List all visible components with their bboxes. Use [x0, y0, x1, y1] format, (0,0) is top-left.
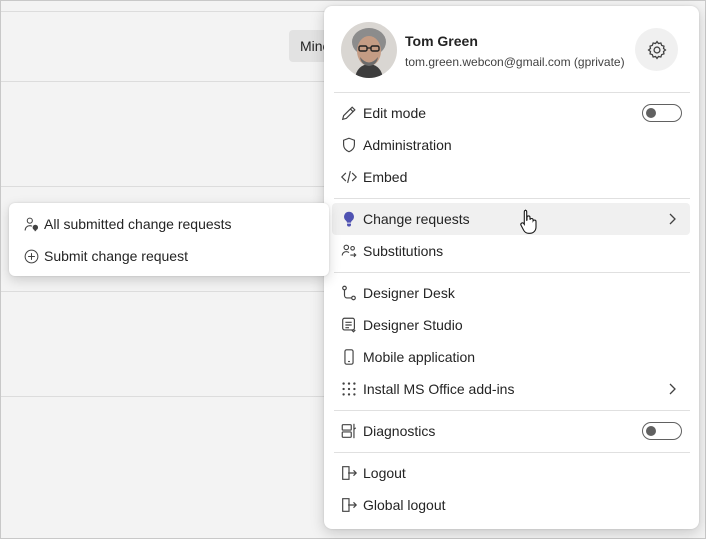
edit-mode-toggle[interactable]	[642, 104, 682, 122]
global-logout-label: Global logout	[363, 497, 446, 513]
menu-separator	[334, 410, 690, 411]
logout-item[interactable]: Logout	[332, 457, 690, 489]
gear-icon	[647, 40, 666, 59]
diagnostics-toggle[interactable]	[642, 422, 682, 440]
submit-change-request-item[interactable]: Submit change request	[15, 241, 323, 271]
all-submitted-change-requests-item[interactable]: All submitted change requests	[15, 209, 323, 239]
pencil-icon	[341, 106, 356, 121]
diagnostics-icon	[341, 423, 357, 439]
substitutions-item[interactable]: Substitutions	[332, 235, 690, 267]
designer-desk-item[interactable]: Designer Desk	[332, 277, 690, 309]
change-requests-label: Change requests	[363, 211, 470, 227]
edit-mode-item[interactable]: Edit mode	[332, 97, 690, 129]
avatar	[341, 22, 397, 78]
chevron-right-icon	[669, 213, 676, 225]
list-divider	[1, 81, 331, 82]
designer-desk-label: Designer Desk	[363, 285, 455, 301]
add-circle-icon	[24, 249, 39, 264]
background-toolbar	[1, 1, 331, 12]
submit-change-request-label: Submit change request	[44, 248, 188, 264]
administration-label: Administration	[363, 137, 452, 153]
edit-mode-label: Edit mode	[363, 105, 427, 121]
install-office-addins-label: Install MS Office add-ins	[363, 381, 515, 397]
shield-icon	[343, 137, 355, 153]
mobile-application-item[interactable]: Mobile application	[332, 341, 690, 373]
toggle-knob	[646, 426, 656, 436]
administration-item[interactable]: Administration	[332, 129, 690, 161]
user-email: tom.green.webcon@gmail.com (gprivate)	[405, 55, 625, 69]
list-divider	[1, 186, 331, 187]
install-office-addins-item[interactable]: Install MS Office add-ins	[332, 373, 690, 405]
embed-item[interactable]: Embed	[332, 161, 690, 193]
profile-header: Tom Green tom.green.webcon@gmail.com (gp…	[324, 6, 699, 92]
phone-icon	[344, 349, 354, 365]
designer-studio-item[interactable]: Designer Studio	[332, 309, 690, 341]
menu-separator	[334, 452, 690, 453]
app-grid-icon	[342, 382, 356, 396]
sign-out-icon	[342, 498, 358, 512]
change-requests-submenu: All submitted change requests Submit cha…	[9, 203, 329, 276]
list-divider	[1, 396, 331, 397]
chevron-right-icon	[669, 383, 676, 395]
change-requests-item[interactable]: Change requests	[332, 203, 690, 235]
menu-separator	[334, 198, 690, 199]
all-submitted-change-requests-label: All submitted change requests	[44, 216, 232, 232]
logout-label: Logout	[363, 465, 406, 481]
user-name: Tom Green	[405, 33, 478, 49]
document-icon	[342, 317, 356, 333]
menu-separator	[334, 272, 690, 273]
person-lightbulb-icon	[24, 217, 39, 232]
lightbulb-icon	[344, 211, 354, 227]
diagnostics-label: Diagnostics	[363, 423, 436, 439]
sign-out-icon	[342, 466, 358, 480]
code-icon	[340, 171, 358, 183]
list-divider	[1, 291, 331, 292]
embed-label: Embed	[363, 169, 408, 185]
profile-menu: Tom Green tom.green.webcon@gmail.com (gp…	[324, 6, 699, 529]
diagnostics-item[interactable]: Diagnostics	[332, 415, 690, 447]
toggle-knob	[646, 108, 656, 118]
substitutions-label: Substitutions	[363, 243, 444, 259]
global-logout-item[interactable]: Global logout	[332, 489, 690, 521]
flow-icon	[342, 285, 356, 301]
menu-separator	[334, 92, 690, 93]
settings-button[interactable]	[635, 28, 678, 71]
hand-cursor-icon	[520, 209, 537, 234]
people-swap-icon	[341, 244, 357, 258]
mobile-application-label: Mobile application	[363, 349, 476, 365]
designer-studio-label: Designer Studio	[363, 317, 463, 333]
